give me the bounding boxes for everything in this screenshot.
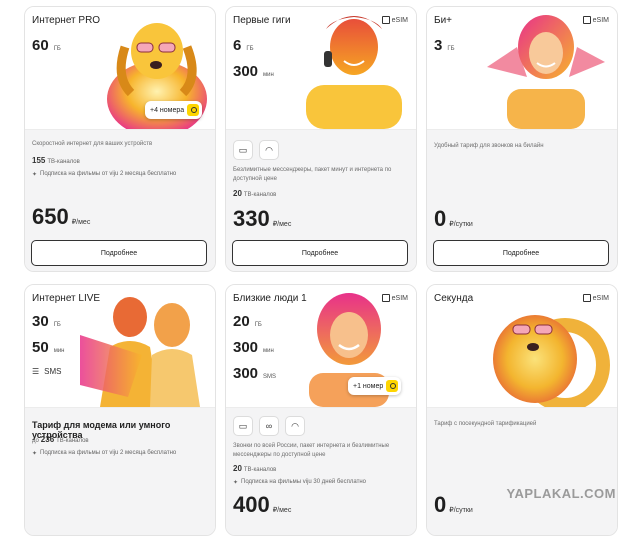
more-button[interactable]: Подробнее [433, 240, 609, 266]
data-quota: 30 ГБ [32, 313, 61, 330]
wifi-icon: ◠ [259, 140, 279, 160]
price: 0 ₽/сутки [434, 492, 473, 517]
card-top: Би+ eSIM 3 ГБ [427, 7, 617, 130]
card-top: Интернет LIVE 30 ГБ 50 мин ☰ SMS [25, 285, 215, 408]
tv-channels: до 236 ТВ-каналов [32, 435, 89, 444]
wifi-icon: ◠ [285, 416, 305, 436]
promo-line: ✦ Подписка на фильмы от viju 2 месяца бес… [32, 450, 177, 457]
person-icon [187, 104, 200, 116]
minutes-quota: 300 мин [233, 63, 274, 80]
tariff-card-internet-pro[interactable]: Интернет PRO 60 ГБ +4 номера Скоростной и… [24, 6, 216, 272]
watermark: YAPLAKAL.COM [506, 486, 616, 501]
card-top: Близкие люди 1 eSIM 20 ГБ 300 мин 300 SMS +… [226, 285, 416, 408]
messenger-icon: ▭ [233, 140, 253, 160]
extra-numbers-badge: +4 номера [145, 101, 203, 119]
card-bottom: Скоростной интернет для ваших устройств … [25, 130, 215, 271]
minutes-quota: 300 мин [233, 339, 274, 356]
price: 0 ₽/сутки [434, 206, 473, 231]
feature-icons: ▭ ∞ ◠ [233, 416, 305, 436]
plus-icon: ✦ [32, 172, 38, 178]
tariff-description: Тариф с посекундной тарификацией [434, 421, 537, 427]
card-top: Интернет PRO 60 ГБ +4 номера [25, 7, 215, 130]
price: 400 ₽/мес [233, 492, 292, 517]
plus-icon: ✦ [32, 451, 38, 457]
tv-channels: 20 ТВ-каналов [233, 464, 277, 473]
data-quota: 6 ГБ [233, 37, 254, 54]
boy-photo [306, 16, 402, 129]
tv-channels: 155 ТВ-каналов [32, 156, 80, 165]
price: 330 ₽/мес [233, 206, 292, 231]
price: 650 ₽/мес [32, 204, 91, 229]
tariff-card-bi-plus[interactable]: Би+ eSIM 3 ГБ Удобный тариф для звонков н… [426, 6, 618, 272]
tariff-name: Секунда [434, 293, 474, 304]
card-bottom: Тариф для модема или умного устройства д… [25, 408, 215, 535]
card-bottom: ▭ ◠ Безлимитные мессенджеры, пакет минут… [226, 130, 416, 271]
extra-numbers-badge: +1 номер [348, 377, 402, 395]
tariff-name: Би+ [434, 15, 452, 26]
tariff-card-internet-live[interactable]: Интернет LIVE 30 ГБ 50 мин ☰ SMS Тариф для … [24, 284, 216, 536]
tv-channels: 20 ТВ-каналов [233, 189, 277, 198]
promo-line: ✦ Подписка на фильмы viju 30 дней бесплат… [233, 479, 366, 486]
plus-icon: ✦ [233, 480, 239, 486]
tariff-description: Звонки по всей России, пакет интернета и… [233, 443, 390, 458]
promo-line: ✦ Подписка на фильмы от viju 2 месяца бес… [32, 171, 177, 178]
tariff-name: Первые гиги [233, 15, 291, 26]
minutes-quota: 50 мин [32, 339, 65, 356]
tariff-card-pervye-gigi[interactable]: Первые гиги eSIM 6 ГБ 300 мин ▭ ◠ Безлимит… [225, 6, 417, 272]
card-bottom: ▭ ∞ ◠ Звонки по всей России, пакет интер… [226, 408, 416, 535]
feature-icons: ▭ ◠ [233, 140, 279, 160]
card-bottom: Удобный тариф для звонков на билайн 0 ₽/с… [427, 130, 617, 271]
infinity-icon: ∞ [259, 416, 279, 436]
tariff-description: Удобный тариф для звонков на билайн [434, 143, 544, 149]
sms-quota: 300 SMS [233, 365, 277, 382]
data-quota: 20 ГБ [233, 313, 262, 330]
tariff-name: Интернет PRO [32, 15, 101, 26]
messenger-icon: ▭ [233, 416, 253, 436]
data-quota: 3 ГБ [434, 37, 455, 54]
more-button[interactable]: Подробнее [31, 240, 207, 266]
data-quota: 60 ГБ [32, 37, 61, 54]
card-bottom: Тариф с посекундной тарификацией 0 ₽/сутк… [427, 408, 617, 535]
sms-feature: ☰ SMS [32, 367, 62, 376]
card-top: Первые гиги eSIM 6 ГБ 300 мин [226, 7, 416, 130]
person-icon [386, 380, 399, 392]
sliders-icon: ☰ [32, 367, 40, 376]
dog-tire-photo [493, 315, 610, 407]
tariff-description: Скоростной интернет для ваших устройств [32, 141, 153, 147]
tariff-description: Безлимитные мессенджеры, пакет минут и и… [233, 167, 392, 182]
woman-photo [487, 15, 605, 129]
couple-photo [80, 297, 200, 407]
tariff-card-blizkie-lyudi-1[interactable]: Близкие люди 1 eSIM 20 ГБ 300 мин 300 SMS +… [225, 284, 417, 536]
more-button[interactable]: Подробнее [232, 240, 408, 266]
card-top: Секунда eSIM [427, 285, 617, 408]
